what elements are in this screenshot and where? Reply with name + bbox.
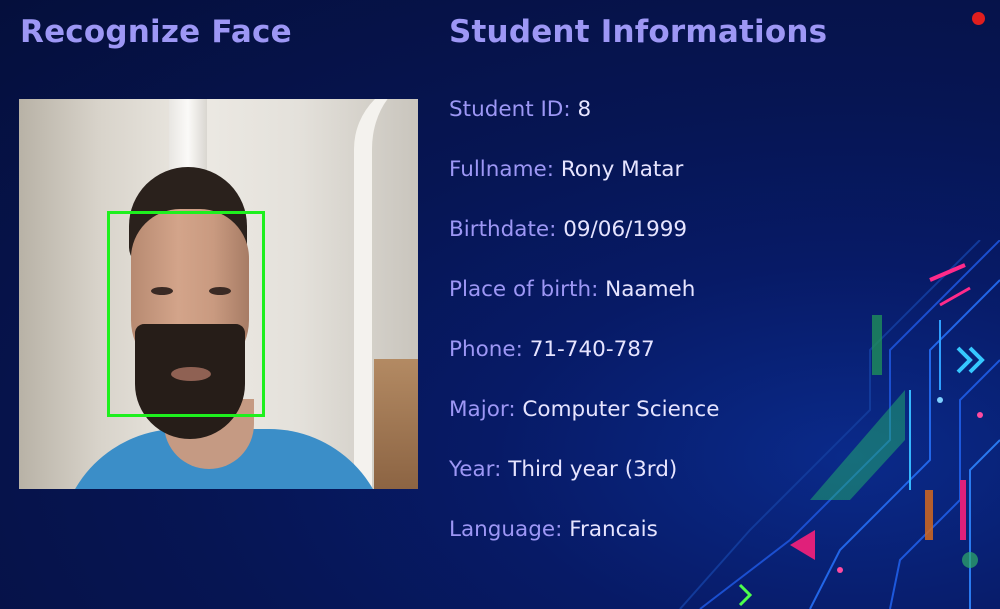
recognize-face-title: Recognize Face	[20, 14, 292, 50]
face-detection-box	[107, 211, 265, 417]
close-dot-icon[interactable]	[972, 12, 985, 25]
field-student-id: Student ID: 8	[449, 97, 591, 122]
field-phone: Phone: 71-740-787	[449, 337, 655, 362]
field-language: Language: Francais	[449, 517, 658, 542]
student-info-title: Student Informations	[449, 14, 828, 50]
phone-label: Phone:	[449, 337, 523, 362]
birthdate-label: Birthdate:	[449, 217, 557, 242]
student-id-value: 8	[577, 97, 592, 122]
birthdate-value: 09/06/1999	[563, 217, 688, 242]
field-birthdate: Birthdate: 09/06/1999	[449, 217, 687, 242]
major-label: Major:	[449, 397, 516, 422]
field-fullname: Fullname: Rony Matar	[449, 157, 683, 182]
year-label: Year:	[449, 457, 502, 482]
place-of-birth-label: Place of birth:	[449, 277, 599, 302]
phone-value: 71-740-787	[529, 337, 655, 362]
circuit-decoration	[679, 240, 1000, 609]
student-id-label: Student ID:	[449, 97, 571, 122]
camera-feed	[19, 99, 418, 489]
language-label: Language:	[449, 517, 563, 542]
fullname-value: Rony Matar	[560, 157, 684, 182]
fullname-label: Fullname:	[449, 157, 554, 182]
